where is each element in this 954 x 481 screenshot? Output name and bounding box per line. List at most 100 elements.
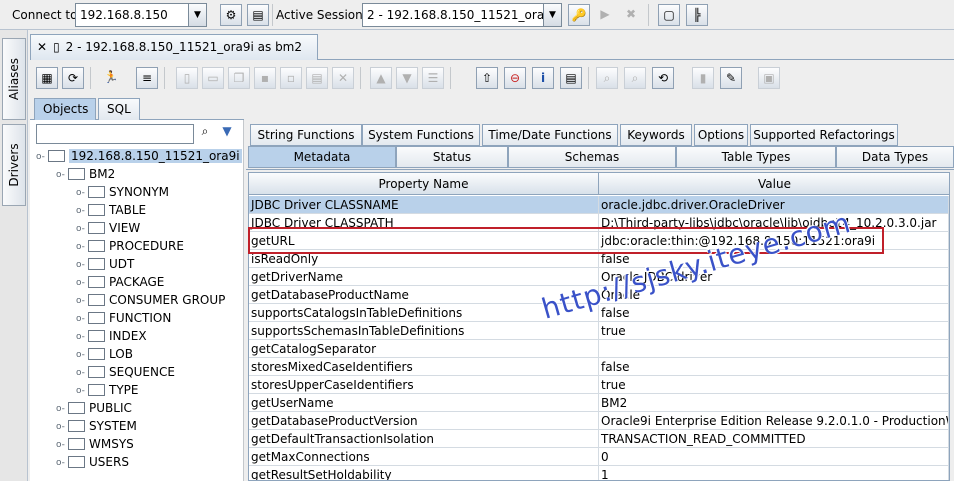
session-tab[interactable]: ✕ ▯ 2 - 192.168.8.150_11521_ora9i as bm2 [30, 34, 318, 60]
sql-icon[interactable]: ≡ [136, 67, 158, 89]
arrow-up-icon[interactable]: ▲ [370, 67, 392, 89]
connect-to-combo[interactable]: 192.168.8.150 ▼ [75, 3, 207, 27]
tree-toggle-icon[interactable]: o- [76, 314, 88, 324]
new-sql-worksheet-icon[interactable]: ▢ [658, 4, 680, 26]
new-session-icon[interactable]: ⚙ [220, 4, 242, 26]
tree-node[interactable]: o- SYNONYM [76, 185, 169, 203]
tree-node[interactable]: o- TABLE [76, 203, 146, 221]
tab-objects[interactable]: Objects [34, 98, 96, 120]
commit-icon[interactable]: 🔑 [568, 4, 590, 26]
tree-toggle-icon[interactable]: o- [36, 152, 48, 162]
tree-node[interactable]: o- SEQUENCE [76, 365, 175, 383]
search-icon[interactable]: ⌕ [196, 124, 214, 144]
copy-icon[interactable]: ❐ [228, 67, 250, 89]
tab-row1-2[interactable]: Time/Date Functions [482, 124, 618, 146]
stop-icon[interactable]: ✖ [620, 4, 642, 26]
tree-toggle-icon[interactable]: o- [76, 278, 88, 288]
tree-node-bm2[interactable]: o- BM2 [56, 167, 115, 185]
document-icon[interactable]: ▤ [560, 67, 582, 89]
window-icon[interactable]: ▣ [758, 67, 780, 89]
tree-toggle-icon[interactable]: o- [56, 170, 68, 180]
tab-row1-0[interactable]: String Functions [250, 124, 362, 146]
tree-node[interactable]: o- UDT [76, 257, 134, 275]
tab-row1-4[interactable]: Options [694, 124, 748, 146]
filter-icon[interactable]: ▼ [218, 124, 236, 144]
table-row[interactable]: getResultSetHoldability 1 [249, 466, 949, 480]
save-icon[interactable]: ▪ [254, 67, 276, 89]
tree-toggle-icon[interactable]: o- [76, 350, 88, 360]
tree-node[interactable]: o- LOB [76, 347, 133, 365]
tab-row1-1[interactable]: System Functions [362, 124, 480, 146]
active-session-combo[interactable]: 2 - 192.168.8.150_11521_ora... ▼ [362, 3, 562, 27]
info-icon[interactable]: i [532, 67, 554, 89]
stop-icon[interactable]: ⊖ [504, 67, 526, 89]
delete-icon[interactable]: ✕ [332, 67, 354, 89]
arrow-down-icon[interactable]: ▼ [396, 67, 418, 89]
tab-row2-2[interactable]: Schemas [508, 146, 676, 168]
tree-node[interactable]: o- FUNCTION [76, 311, 171, 329]
table-row[interactable]: getMaxConnections 0 [249, 448, 949, 466]
tree-node[interactable]: o- PROCEDURE [76, 239, 184, 257]
tree-node[interactable]: o- VIEW [76, 221, 140, 239]
close-icon[interactable]: ✕ [37, 40, 47, 54]
table-row[interactable]: getUserName BM2 [249, 394, 949, 412]
tab-row2-0[interactable]: Metadata [248, 146, 396, 168]
run-icon[interactable]: 🏃 [100, 67, 122, 89]
bookmark-icon[interactable]: ▮ [692, 67, 714, 89]
object-tree-icon[interactable]: ╠ [686, 4, 708, 26]
tree-toggle-icon[interactable]: o- [76, 296, 88, 306]
tab-row2-4[interactable]: Data Types [836, 146, 954, 168]
print-icon[interactable]: ▤ [306, 67, 328, 89]
tab-sql[interactable]: SQL [98, 98, 140, 120]
tree-node[interactable]: o- SYSTEM [56, 419, 137, 437]
table-row[interactable]: storesMixedCaseIdentifiers false [249, 358, 949, 376]
tree-toggle-icon[interactable]: o- [56, 422, 68, 432]
tab-aliases[interactable]: Aliases [2, 38, 26, 120]
session-info-icon[interactable]: ▦ [36, 67, 58, 89]
session-properties-icon[interactable]: ▤ [247, 4, 269, 26]
refresh-icon[interactable]: ⟳ [62, 67, 84, 89]
tree-toggle-icon[interactable]: o- [76, 206, 88, 216]
chevron-down-icon[interactable]: ▼ [543, 4, 561, 26]
tab-row2-1[interactable]: Status [396, 146, 508, 168]
clear-icon[interactable]: ▫ [280, 67, 302, 89]
tree-toggle-icon[interactable]: o- [76, 224, 88, 234]
history-icon[interactable]: ☰ [422, 67, 444, 89]
search-icon[interactable]: ⌕ [596, 67, 618, 89]
tree-toggle-icon[interactable]: o- [76, 386, 88, 396]
table-row[interactable]: getDatabaseProductVersion Oracle9i Enterp… [249, 412, 949, 430]
tree-root-node[interactable]: o- 192.168.8.150_11521_ora9i [36, 149, 242, 167]
filter-input[interactable] [36, 124, 194, 144]
tab-row1-3[interactable]: Keywords [620, 124, 692, 146]
tree-node[interactable]: o- PACKAGE [76, 275, 164, 293]
open-file-icon[interactable]: ▭ [202, 67, 224, 89]
tab-drivers[interactable]: Drivers [2, 124, 26, 206]
tree-toggle-icon[interactable]: o- [76, 242, 88, 252]
tree-toggle-icon[interactable]: o- [56, 404, 68, 414]
table-row[interactable]: getDefaultTransactionIsolation TRANSACTIO… [249, 430, 949, 448]
column-header-property-name[interactable]: Property Name [249, 173, 599, 195]
tree-node[interactable]: o- CONSUMER GROUP [76, 293, 225, 311]
edit-icon[interactable]: ✎ [720, 67, 742, 89]
refactor-icon[interactable]: ⟲ [652, 67, 674, 89]
tree-toggle-icon[interactable]: o- [76, 368, 88, 378]
tree-toggle-icon[interactable]: o- [76, 188, 88, 198]
chevron-down-icon[interactable]: ▼ [188, 4, 206, 26]
tree-node[interactable]: o- WMSYS [56, 437, 134, 455]
tree-toggle-icon[interactable]: o- [56, 458, 68, 468]
tree-node[interactable]: o- USERS [56, 455, 129, 473]
tree-node[interactable]: o- INDEX [76, 329, 147, 347]
table-row[interactable]: storesUpperCaseIdentifiers true [249, 376, 949, 394]
search-table-icon[interactable]: ⌕ [624, 67, 646, 89]
table-row[interactable]: supportsSchemasInTableDefinitions true [249, 322, 949, 340]
play-icon[interactable]: ▶ [594, 4, 616, 26]
new-file-icon[interactable]: ▯ [176, 67, 198, 89]
tree-toggle-icon[interactable]: o- [76, 260, 88, 270]
tree-toggle-icon[interactable]: o- [56, 440, 68, 450]
table-row[interactable]: getCatalogSeparator [249, 340, 949, 358]
tree-node[interactable]: o- TYPE [76, 383, 138, 401]
upload-icon[interactable]: ⇧ [476, 67, 498, 89]
tab-row1-5[interactable]: Supported Refactorings [750, 124, 898, 146]
tab-row2-3[interactable]: Table Types [676, 146, 836, 168]
column-header-value[interactable]: Value [599, 173, 949, 195]
